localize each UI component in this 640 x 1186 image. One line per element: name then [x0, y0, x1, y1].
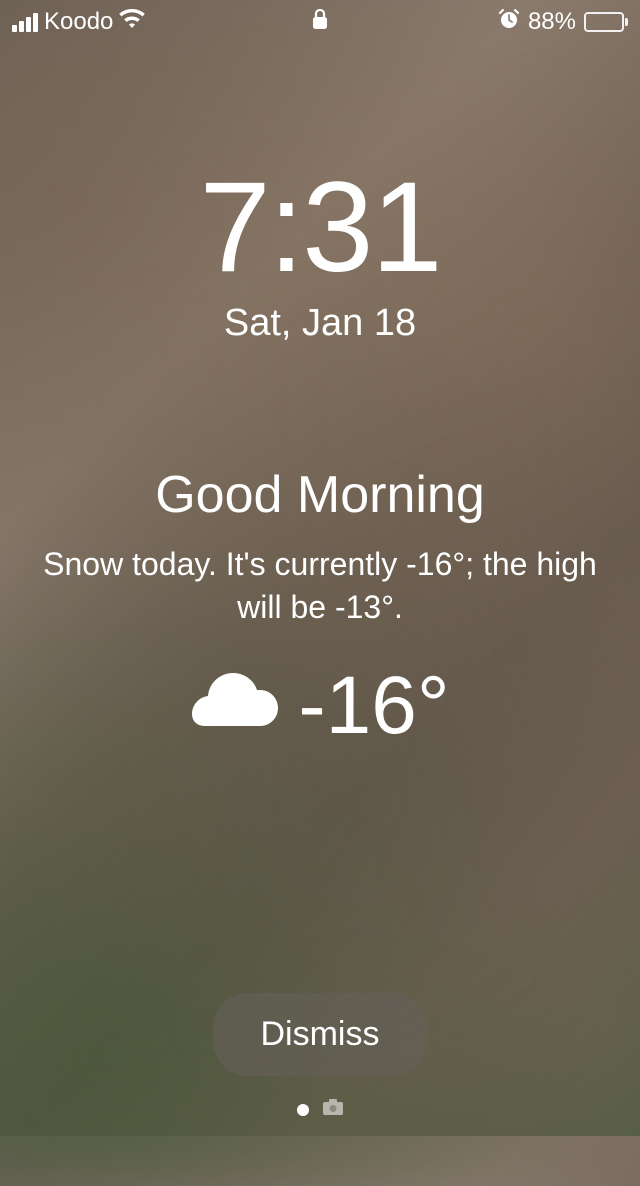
- weather-summary-label: Snow today. It's currently -16°; the hig…: [40, 543, 600, 629]
- page-indicator[interactable]: [297, 1099, 343, 1120]
- cloud-icon: [190, 671, 280, 741]
- camera-page-icon: [323, 1099, 343, 1120]
- lock-screen-clock: 7:31 Sat, Jan 18: [199, 164, 440, 345]
- status-right: 88%: [498, 8, 628, 37]
- page-dot-active: [297, 1104, 309, 1116]
- time-label: 7:31: [199, 164, 440, 292]
- signal-strength-icon: [12, 12, 38, 32]
- current-temp-label: -16°: [298, 659, 449, 753]
- status-bar: Koodo: [0, 0, 640, 44]
- status-left: Koodo: [12, 8, 145, 36]
- date-label: Sat, Jan 18: [199, 302, 440, 345]
- battery-percent-label: 88%: [528, 8, 576, 36]
- wifi-icon: [119, 8, 145, 36]
- status-center: [312, 8, 328, 37]
- lock-icon: [312, 9, 328, 36]
- weather-current: -16°: [40, 659, 600, 753]
- weather-widget[interactable]: Good Morning Snow today. It's currently …: [0, 465, 640, 753]
- greeting-label: Good Morning: [40, 465, 600, 525]
- alarm-icon: [498, 8, 520, 37]
- battery-icon: [584, 12, 628, 32]
- carrier-label: Koodo: [44, 8, 113, 36]
- dismiss-button[interactable]: Dismiss: [213, 993, 428, 1076]
